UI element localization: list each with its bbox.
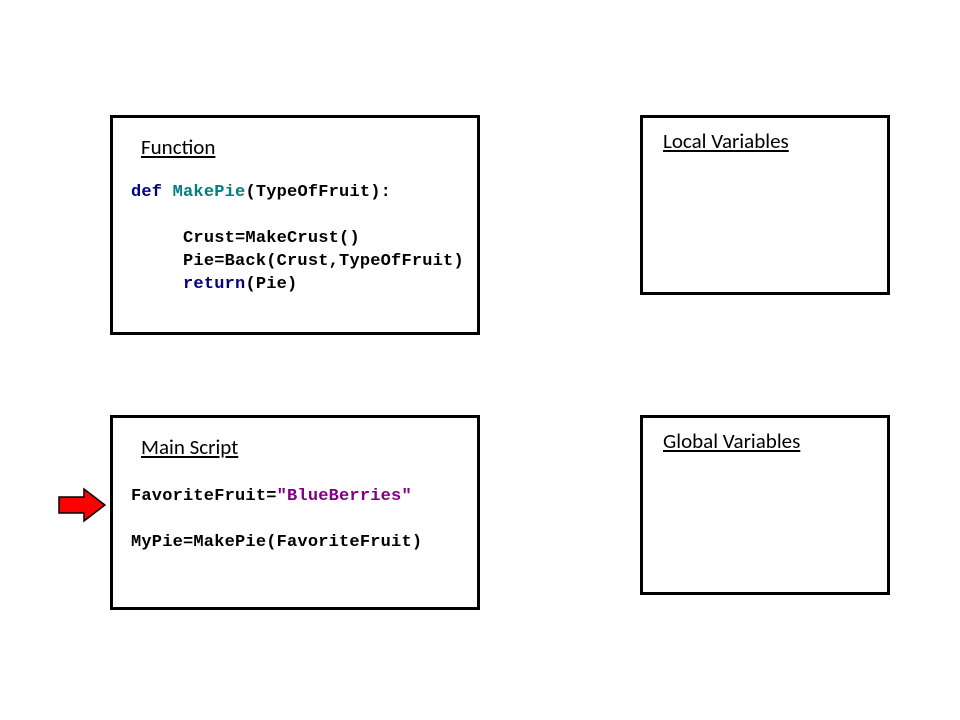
local-variables-title: Local Variables bbox=[663, 128, 873, 154]
assign-lhs: FavoriteFruit= bbox=[131, 487, 277, 506]
script-line-2: MyPie=MakePie(FavoriteFruit) bbox=[131, 533, 422, 552]
function-box: Function def MakePie(TypeOfFruit): Crust… bbox=[110, 115, 480, 335]
arrow-icon bbox=[58, 487, 106, 523]
def-keyword: def bbox=[131, 183, 162, 202]
function-name: MakePie bbox=[173, 183, 246, 202]
return-keyword: return bbox=[183, 275, 245, 294]
main-script-box: Main Script FavoriteFruit="BlueBerries" … bbox=[110, 415, 480, 610]
global-variables-title: Global Variables bbox=[663, 428, 873, 454]
function-title: Function bbox=[141, 134, 459, 160]
global-variables-box: Global Variables bbox=[640, 415, 890, 595]
main-script-code: FavoriteFruit="BlueBerries" MyPie=MakePi… bbox=[131, 486, 459, 555]
return-tail: (Pie) bbox=[245, 275, 297, 294]
function-code: def MakePie(TypeOfFruit): Crust=MakeCrus… bbox=[131, 182, 459, 297]
assign-string: "BlueBerries" bbox=[277, 487, 412, 506]
function-params: (TypeOfFruit): bbox=[245, 183, 391, 202]
code-line-2: Pie=Back(Crust,TypeOfFruit) bbox=[183, 252, 464, 271]
code-line-1: Crust=MakeCrust() bbox=[183, 229, 360, 248]
main-script-title: Main Script bbox=[141, 434, 459, 460]
local-variables-box: Local Variables bbox=[640, 115, 890, 295]
